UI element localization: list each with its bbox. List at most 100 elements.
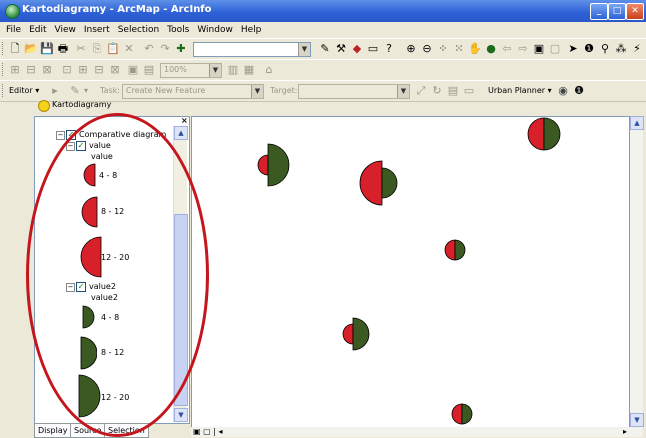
- fixed-zoom-out-icon[interactable]: ⁙: [452, 42, 466, 55]
- focus-data-frame-icon[interactable]: ▦: [242, 63, 256, 76]
- target-label: Target:: [270, 86, 298, 95]
- copy-icon[interactable]: ⎘: [90, 42, 104, 55]
- minimize-button[interactable]: _: [590, 3, 608, 20]
- change-layout-icon[interactable]: ⌂: [262, 63, 276, 76]
- diagram-symbol[interactable]: [359, 160, 398, 206]
- menu-help[interactable]: Help: [241, 22, 262, 38]
- identify-icon[interactable]: ❶: [582, 42, 596, 55]
- measure-icon[interactable]: ⁂: [614, 42, 628, 55]
- command-line-icon[interactable]: ▭: [366, 42, 380, 55]
- fixed-zoom-in-icon[interactable]: ⁘: [436, 42, 450, 55]
- menu-insert[interactable]: Insert: [84, 22, 110, 38]
- scroll-up-icon[interactable]: ▲: [630, 116, 644, 130]
- title-bar: Kartodiagramy - ArcMap - ArcInfo _ □ ✕: [0, 0, 646, 22]
- planner-info-icon[interactable]: ❶: [572, 84, 586, 97]
- layout-toolbar: ⊞ ⊟ ⊠ ⊡ ⊞ ⊟ ⊠ ▣ ▤ 100% ▼ ▥ ▦ ⌂: [0, 59, 646, 81]
- standard-toolbar: 🗋 📂 💾 🖶 ✂ ⎘ 📋 ✕ ↶ ↷ ✚ ▼ ✎ ⚒ ◆ ▭ ? ⊕ ⊖ ⁘ …: [0, 38, 646, 60]
- save-icon[interactable]: 💾: [40, 42, 54, 55]
- menu-selection[interactable]: Selection: [118, 22, 159, 38]
- sketch-properties-icon[interactable]: ▭: [462, 84, 476, 97]
- layout-pan-icon[interactable]: ⊠: [40, 63, 54, 76]
- open-folder-icon[interactable]: 📂: [24, 42, 38, 55]
- go-forward-extent-icon[interactable]: ▤: [142, 63, 156, 76]
- split-tool-icon[interactable]: ⤢: [414, 84, 428, 97]
- sketch-dropdown[interactable]: ▾: [84, 86, 88, 95]
- arccatalog-icon[interactable]: ◆: [350, 42, 364, 55]
- print-icon[interactable]: 🖶: [56, 42, 70, 55]
- rotate-tool-icon[interactable]: ↻: [430, 84, 444, 97]
- menu-bar: File Edit View Insert Selection Tools Window He…: [0, 22, 646, 38]
- back-extent-icon[interactable]: ⇦: [500, 42, 514, 55]
- diagram-symbol[interactable]: [342, 317, 370, 351]
- task-combo[interactable]: Create New Feature ▼: [122, 84, 264, 99]
- arcmap-globe-icon: [5, 4, 20, 19]
- map-vertical-scrollbar[interactable]: ▲ ▼: [630, 116, 644, 427]
- add-data-icon[interactable]: ✚: [174, 42, 188, 55]
- hyperlink-icon[interactable]: ⚡: [630, 42, 644, 55]
- diagram-symbol[interactable]: [451, 403, 473, 425]
- whats-this-icon[interactable]: ?: [382, 42, 396, 55]
- close-button[interactable]: ✕: [626, 3, 644, 20]
- find-icon[interactable]: ⚲: [598, 42, 612, 55]
- zoom-out-icon[interactable]: ⊖: [420, 42, 434, 55]
- clear-selection-icon[interactable]: ▢: [548, 42, 562, 55]
- map-display[interactable]: [191, 116, 630, 428]
- arctoolbox-icon[interactable]: ⚒: [334, 42, 348, 55]
- urban-planner-menu[interactable]: Urban Planner ▾: [488, 86, 552, 95]
- map-canvas: [257, 117, 561, 425]
- select-elements-icon[interactable]: ➤: [566, 42, 580, 55]
- toolbar-grip[interactable]: [2, 63, 6, 76]
- edit-tool-icon[interactable]: ▸: [48, 84, 62, 97]
- zoom-whole-page-icon[interactable]: ⊡: [60, 63, 74, 76]
- planner-globe-icon[interactable]: ◉: [556, 84, 570, 97]
- layout-zoom-out-icon[interactable]: ⊟: [24, 63, 38, 76]
- diagram-symbol[interactable]: [444, 239, 466, 261]
- fixed-zoom-in-layout-icon[interactable]: ⊟: [92, 63, 106, 76]
- kartodiagramy-button[interactable]: Kartodiagramy: [36, 98, 111, 112]
- zoom-in-icon[interactable]: ⊕: [404, 42, 418, 55]
- paste-icon[interactable]: 📋: [106, 42, 120, 55]
- collapse-layer-icon[interactable]: −: [56, 131, 65, 140]
- target-combo[interactable]: ▼: [298, 84, 410, 99]
- menu-view[interactable]: View: [55, 22, 76, 38]
- toggle-draft-icon[interactable]: ▥: [226, 63, 240, 76]
- new-document-icon[interactable]: 🗋: [8, 42, 22, 55]
- layout-view-icon[interactable]: ▣ ▢ | ◂: [193, 427, 222, 436]
- redo-icon[interactable]: ↷: [158, 42, 172, 55]
- attributes-icon[interactable]: ▤: [446, 84, 460, 97]
- tab-display[interactable]: Display: [34, 423, 72, 438]
- cut-icon[interactable]: ✂: [74, 42, 88, 55]
- full-extent-icon[interactable]: ●: [484, 42, 498, 55]
- menu-tools[interactable]: Tools: [167, 22, 189, 38]
- menu-file[interactable]: File: [6, 22, 21, 38]
- layout-zoom-combo[interactable]: 100% ▼: [160, 63, 222, 78]
- scroll-up-icon[interactable]: ▲: [174, 126, 188, 140]
- select-features-icon[interactable]: ▣: [532, 42, 546, 55]
- layout-zoom-in-icon[interactable]: ⊞: [8, 63, 22, 76]
- diagram-symbol[interactable]: [257, 143, 290, 187]
- toolbar-grip[interactable]: [2, 42, 6, 55]
- toc-close-icon[interactable]: ×: [181, 116, 188, 125]
- highlight-ellipse: [26, 113, 209, 437]
- map-horizontal-scrollbar[interactable]: ▣ ▢ | ◂ ▸: [191, 427, 643, 437]
- menu-edit[interactable]: Edit: [29, 22, 46, 38]
- map-scale-combo[interactable]: ▼: [193, 42, 311, 57]
- go-back-extent-icon[interactable]: ▣: [126, 63, 140, 76]
- undo-icon[interactable]: ↶: [142, 42, 156, 55]
- scroll-right-icon[interactable]: ▸: [623, 427, 627, 436]
- fixed-zoom-out-layout-icon[interactable]: ⊠: [108, 63, 122, 76]
- forward-extent-icon[interactable]: ⇨: [516, 42, 530, 55]
- toolbar-grip[interactable]: [2, 84, 6, 97]
- delete-icon[interactable]: ✕: [122, 42, 136, 55]
- editor-toolbar-icon[interactable]: ✎: [318, 42, 332, 55]
- pan-icon[interactable]: ✋: [468, 42, 482, 55]
- scroll-down-icon[interactable]: ▼: [174, 408, 188, 422]
- scroll-down-icon[interactable]: ▼: [630, 413, 644, 427]
- maximize-button[interactable]: □: [608, 3, 626, 20]
- diagram-symbol[interactable]: [527, 117, 561, 151]
- zoom-to-100-icon[interactable]: ⊞: [76, 63, 90, 76]
- menu-window[interactable]: Window: [197, 22, 233, 38]
- sketch-tool-icon[interactable]: ✎: [68, 84, 82, 97]
- editor-menu[interactable]: Editor ▾: [9, 86, 39, 95]
- smiley-icon: [38, 100, 50, 112]
